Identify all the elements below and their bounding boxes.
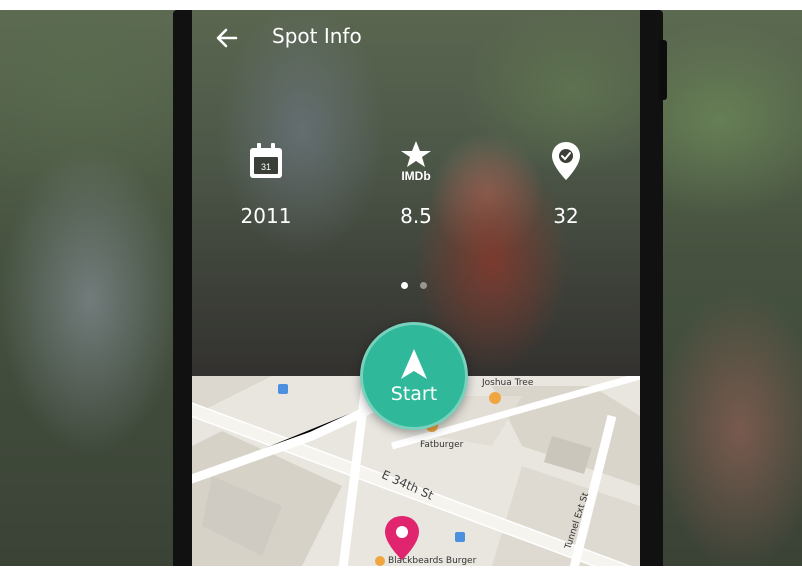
page-dot[interactable] [420,282,427,289]
stat-year: 31 2011 [221,140,311,228]
page-dot-active[interactable] [401,282,408,289]
app-bar: Spot Info [192,10,640,66]
stat-rating: IMDb 8.5 [371,140,461,228]
phone-side-button [659,40,667,100]
page-indicator [401,282,427,289]
back-arrow-icon[interactable] [212,23,242,53]
start-button[interactable]: Start [360,322,468,430]
top-border [0,0,802,10]
navigation-arrow-icon [401,349,427,379]
imdb-text: IMDb [401,169,430,183]
stats-row: 31 2011 IMDb 8.5 32 [192,140,640,240]
page-title: Spot Info [272,24,362,48]
map-poi-label: Blackbeards Burger [388,556,477,566]
map-poi-marker [375,556,385,566]
bottom-border [0,566,802,576]
location-check-icon [521,140,611,182]
imdb-star-icon: IMDb [371,140,461,183]
stat-spots: 32 [521,140,611,228]
stat-year-value: 2011 [240,204,292,228]
stat-rating-value: 8.5 [400,204,432,228]
stat-spots-value: 32 [553,204,579,228]
calendar-day-text: 31 [261,162,271,172]
calendar-icon: 31 [221,140,311,182]
map-poi-label: Fatburger [420,440,464,450]
map-poi-marker [455,532,465,542]
map-poi-label: Joshua Tree [482,378,534,388]
map-poi-marker [278,384,288,394]
map-poi-marker [489,392,501,404]
start-button-label: Start [390,383,438,405]
phone-screen: Spot Info 31 2011 IMDb 8.5 32 Joshua Tre… [192,10,640,566]
